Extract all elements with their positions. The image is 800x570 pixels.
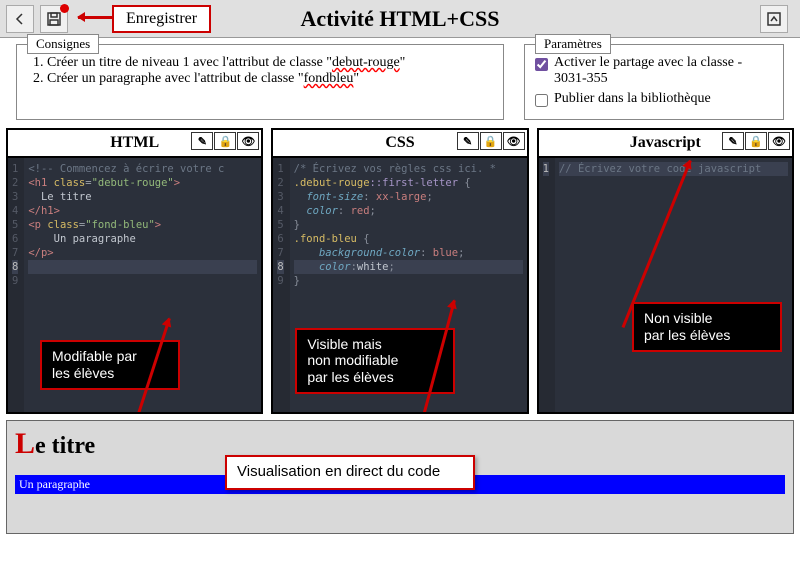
visibility-toggle-icon[interactable]: 👁 xyxy=(768,132,790,150)
arrow-left-icon xyxy=(12,11,28,27)
consigne-item: Créer un paragraphe avec l'attribut de c… xyxy=(47,71,493,87)
visibility-toggle-icon[interactable]: 👁 xyxy=(503,132,525,150)
editor-css: CSS ✎ 🔒 👁 123456789 /* Écrivez vos règle… xyxy=(271,128,528,414)
unsaved-indicator xyxy=(60,4,69,13)
parametres-legend: Paramètres xyxy=(535,34,611,54)
lock-toggle-icon[interactable]: 🔒 xyxy=(480,132,502,150)
editable-toggle-icon[interactable]: ✎ xyxy=(722,132,744,150)
chevron-up-icon xyxy=(766,11,782,27)
config-row: Consignes Créer un titre de niveau 1 ave… xyxy=(0,38,800,124)
consigne-item: Créer un titre de niveau 1 avec l'attrib… xyxy=(47,55,493,71)
page-title: Activité HTML+CSS xyxy=(301,6,500,32)
editor-html: HTML ✎ 🔒 👁 123456789 <!-- Commencez à éc… xyxy=(6,128,263,414)
share-checkbox[interactable] xyxy=(535,58,548,71)
save-button[interactable] xyxy=(40,5,68,33)
save-icon xyxy=(46,11,62,27)
preview-title-rest: e titre xyxy=(35,433,95,459)
editor-html-title: HTML xyxy=(110,134,159,152)
annotation-js: Non visiblepar les élèves xyxy=(632,302,782,352)
annotation-arrow-save xyxy=(78,16,112,19)
editor-js-code[interactable]: 1 // Écrivez votre code javascript xyxy=(539,158,792,412)
editor-css-title: CSS xyxy=(385,134,414,152)
preview-first-letter: L xyxy=(15,427,35,460)
lock-toggle-icon[interactable]: 🔒 xyxy=(745,132,767,150)
lock-toggle-icon[interactable]: 🔒 xyxy=(214,132,236,150)
editable-toggle-icon[interactable]: ✎ xyxy=(457,132,479,150)
share-label[interactable]: Activer le partage avec la classe - 3031… xyxy=(554,55,773,87)
publish-label[interactable]: Publier dans la bibliothèque xyxy=(554,91,711,107)
editor-html-header: HTML ✎ 🔒 👁 xyxy=(8,130,261,158)
editor-js: Javascript ✎ 🔒 👁 1 // Écrivez votre code… xyxy=(537,128,794,414)
consignes-fieldset: Consignes Créer un titre de niveau 1 ave… xyxy=(16,44,504,120)
visibility-toggle-icon[interactable]: 👁 xyxy=(237,132,259,150)
editor-css-header: CSS ✎ 🔒 👁 xyxy=(273,130,526,158)
editor-js-header: Javascript ✎ 🔒 👁 xyxy=(539,130,792,158)
editable-toggle-icon[interactable]: ✎ xyxy=(191,132,213,150)
expand-button[interactable] xyxy=(760,5,788,33)
editors-row: HTML ✎ 🔒 👁 123456789 <!-- Commencez à éc… xyxy=(0,124,800,414)
back-button[interactable] xyxy=(6,5,34,33)
parametres-fieldset: Paramètres Activer le partage avec la cl… xyxy=(524,44,784,120)
annotation-preview: Visualisation en direct du code xyxy=(225,455,475,490)
preview-pane: Le titre Un paragraphe Visualisation en … xyxy=(6,420,794,534)
publish-checkbox[interactable] xyxy=(535,94,548,107)
consignes-list: Créer un titre de niveau 1 avec l'attrib… xyxy=(27,55,493,87)
consignes-legend: Consignes xyxy=(27,34,99,54)
editor-js-title: Javascript xyxy=(630,134,701,152)
annotation-save: Enregistrer xyxy=(112,5,211,33)
